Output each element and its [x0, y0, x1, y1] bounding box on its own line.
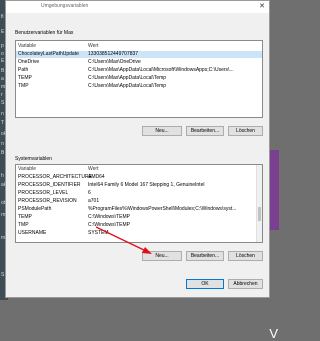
arrow-shaft [95, 226, 147, 252]
background-text: V [269, 326, 278, 341]
arrow-head [142, 247, 152, 254]
annotation-arrow-icon [95, 226, 152, 254]
